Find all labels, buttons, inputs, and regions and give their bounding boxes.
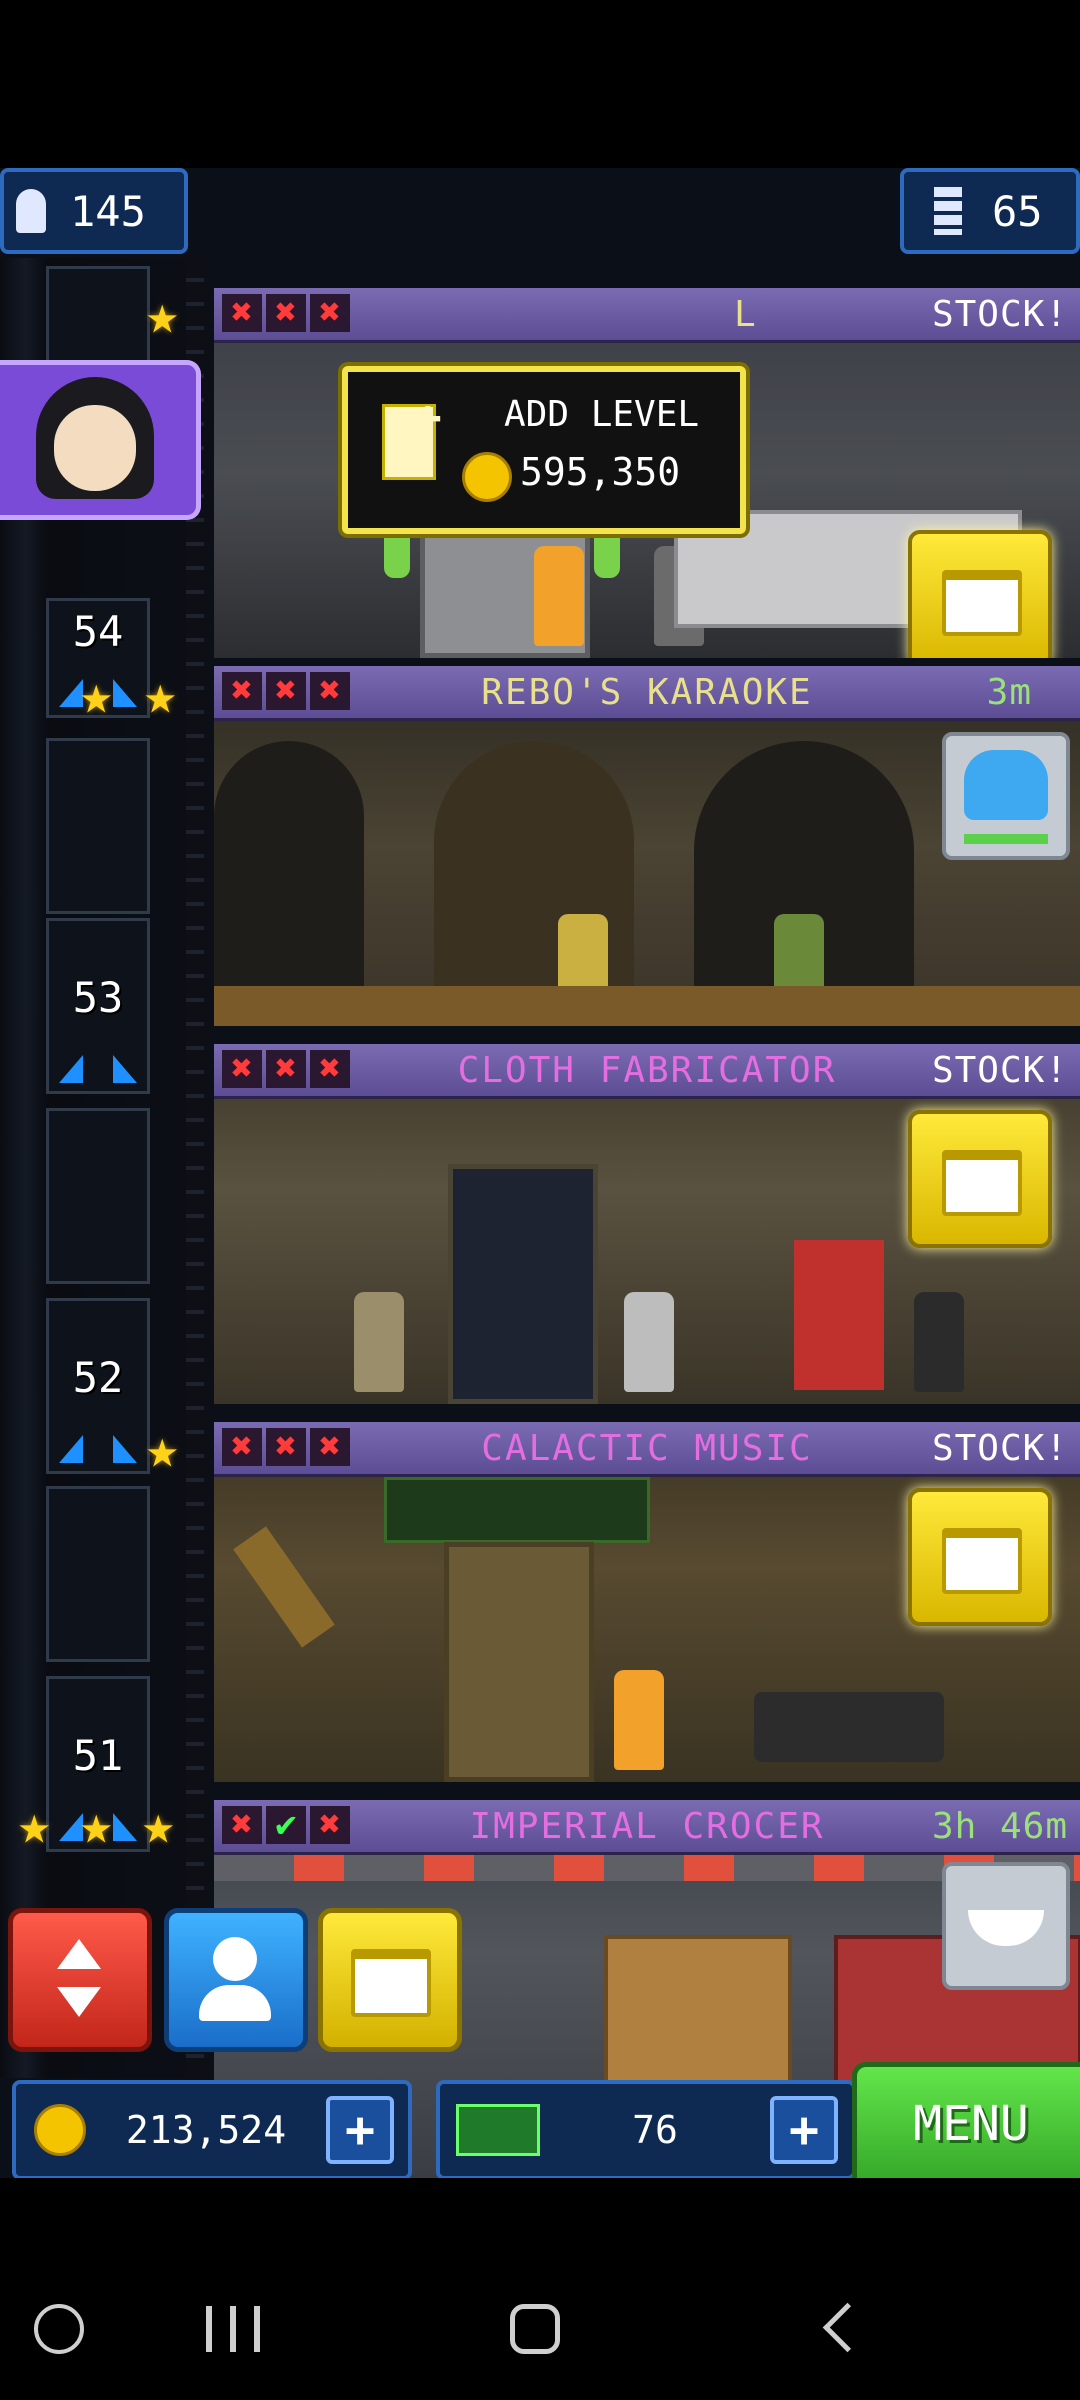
floor-title-bar: ✖ ✖ ✖ CALACTIC MUSIC STOCK! xyxy=(214,1422,1080,1477)
floor-timer: 3h 46m xyxy=(931,1806,1068,1847)
arch-window xyxy=(214,741,364,991)
bux-icon xyxy=(456,2104,540,2156)
bitizen[interactable] xyxy=(614,1670,664,1770)
floor-status: STOCK! xyxy=(931,294,1068,335)
floor-name: REBO'S KARAOKE xyxy=(481,672,813,713)
stock-button[interactable] xyxy=(908,1488,1052,1626)
person-icon xyxy=(16,189,46,233)
system-nav-bar xyxy=(0,2178,1080,2400)
floor-status: STOCK! xyxy=(931,1428,1068,1469)
shaft-cell xyxy=(46,1108,150,1284)
arrow-icon xyxy=(113,679,137,707)
star-icon: ★ xyxy=(80,663,113,726)
arrow-icon xyxy=(113,1435,137,1463)
population-value: 145 xyxy=(70,186,146,236)
arrow-icon xyxy=(59,1055,83,1083)
coin-balance: 213,524 xyxy=(125,2108,287,2152)
floor-title-bar: ✖ ✖ ✖ L STOCK! xyxy=(214,288,1080,343)
shaft-cell xyxy=(46,1486,150,1662)
arrow-icon xyxy=(59,1435,83,1463)
person-body xyxy=(199,1985,271,2021)
crate-icon xyxy=(351,1949,431,2017)
floor-room[interactable]: ✖ ✖ ✖ CALACTIC MUSIC STOCK! xyxy=(214,1422,1080,1782)
recent-apps-icon[interactable] xyxy=(206,2306,266,2352)
star-icon: ★ xyxy=(142,1793,175,1856)
floor-status: STOCK! xyxy=(931,1050,1068,1091)
star-icon: ★ xyxy=(80,1793,113,1856)
arrow-down-icon xyxy=(57,1987,101,2017)
building-icon xyxy=(934,187,962,235)
coins-bar[interactable]: 213,524 + xyxy=(12,2080,412,2180)
bowl-icon xyxy=(968,1910,1044,1946)
coin-icon xyxy=(34,2104,86,2156)
menu-button[interactable]: MENU xyxy=(852,2062,1080,2186)
stock-button[interactable] xyxy=(908,1110,1052,1248)
home-icon[interactable] xyxy=(510,2304,560,2354)
star-icon: ★ xyxy=(146,1417,179,1480)
resident-portrait[interactable] xyxy=(0,360,201,520)
arrow-up-icon xyxy=(57,1939,101,1969)
person-icon xyxy=(213,1937,257,1981)
bux-bar[interactable]: 76 + xyxy=(436,2080,856,2180)
floor-number: 54 xyxy=(72,607,124,656)
guitar xyxy=(233,1526,335,1648)
floor-counter[interactable]: 65 xyxy=(900,168,1080,254)
floor-number: 51 xyxy=(72,1731,124,1780)
elevator-door xyxy=(444,1542,594,1782)
shaft-rail xyxy=(186,258,204,2078)
bitizens-button[interactable] xyxy=(164,1908,308,2052)
bitizen[interactable] xyxy=(354,1292,404,1392)
progress-bar xyxy=(964,834,1048,844)
stock-button[interactable] xyxy=(908,530,1052,658)
shaft-cell xyxy=(46,738,150,914)
floor-timer: 3m xyxy=(986,672,1032,713)
elephant-icon xyxy=(964,750,1048,820)
floor-count-value: 65 xyxy=(992,186,1043,236)
floor-boards xyxy=(214,986,1080,1026)
piano xyxy=(754,1692,944,1762)
game-launcher-icon[interactable] xyxy=(34,2304,84,2354)
star-icon: ★ xyxy=(18,1793,51,1856)
coin-icon xyxy=(462,452,512,502)
music-sign xyxy=(384,1477,650,1543)
add-level-cost: 595,350 xyxy=(520,450,681,494)
grocery-shelf xyxy=(604,1935,792,2103)
shaft-cell-52: 52 xyxy=(46,1298,150,1474)
avatar xyxy=(54,405,136,491)
x-mark-icon: ✖ xyxy=(310,294,350,332)
bitizen[interactable] xyxy=(534,546,584,646)
floor-number: 53 xyxy=(72,973,124,1022)
bux-balance: 76 xyxy=(632,2108,678,2152)
star-icon: ★ xyxy=(144,663,177,726)
elevator-button[interactable] xyxy=(8,1908,152,2052)
plus-icon: + xyxy=(414,390,442,444)
floor-title-bar: ✖ ✖ ✖ REBO'S KARAOKE 3m xyxy=(214,666,1080,721)
floor-room[interactable]: ✖ ✖ ✖ REBO'S KARAOKE 3m xyxy=(214,666,1080,1026)
arrow-icon xyxy=(113,1055,137,1083)
shaft-cell-53: 53 xyxy=(46,918,150,1094)
x-mark-icon: ✖ xyxy=(266,294,306,332)
floor-title-bar: ✖ ✖ ✖ CLOTH FABRICATOR STOCK! xyxy=(214,1044,1080,1099)
bitizen[interactable] xyxy=(914,1292,964,1392)
add-level-label: ADD LEVEL xyxy=(504,394,700,435)
stock-all-button[interactable] xyxy=(318,1908,462,2052)
population-counter[interactable]: 145 xyxy=(0,168,188,254)
add-coins-button[interactable]: + xyxy=(326,2096,394,2164)
arrow-icon xyxy=(113,1813,137,1841)
bitizen[interactable] xyxy=(624,1292,674,1392)
floor-title-bar: ✖ ✔ ✖ IMPERIAL CROCER 3h 46m xyxy=(214,1800,1080,1855)
elevator-door xyxy=(448,1164,598,1404)
add-bux-button[interactable]: + xyxy=(770,2096,838,2164)
floor-marks: ✖ ✖ ✖ xyxy=(222,294,350,332)
x-mark-icon: ✖ xyxy=(222,294,262,332)
elephant-bitizen-icon[interactable] xyxy=(942,732,1070,860)
floor-number: 52 xyxy=(72,1353,124,1402)
add-level-button[interactable]: + ADD LEVEL 595,350 xyxy=(342,366,746,534)
star-icon: ★ xyxy=(146,283,179,346)
mannequin xyxy=(794,1240,884,1390)
food-bowl-icon[interactable] xyxy=(942,1862,1070,1990)
floor-room[interactable]: ✖ ✖ ✖ CLOTH FABRICATOR STOCK! xyxy=(214,1044,1080,1404)
